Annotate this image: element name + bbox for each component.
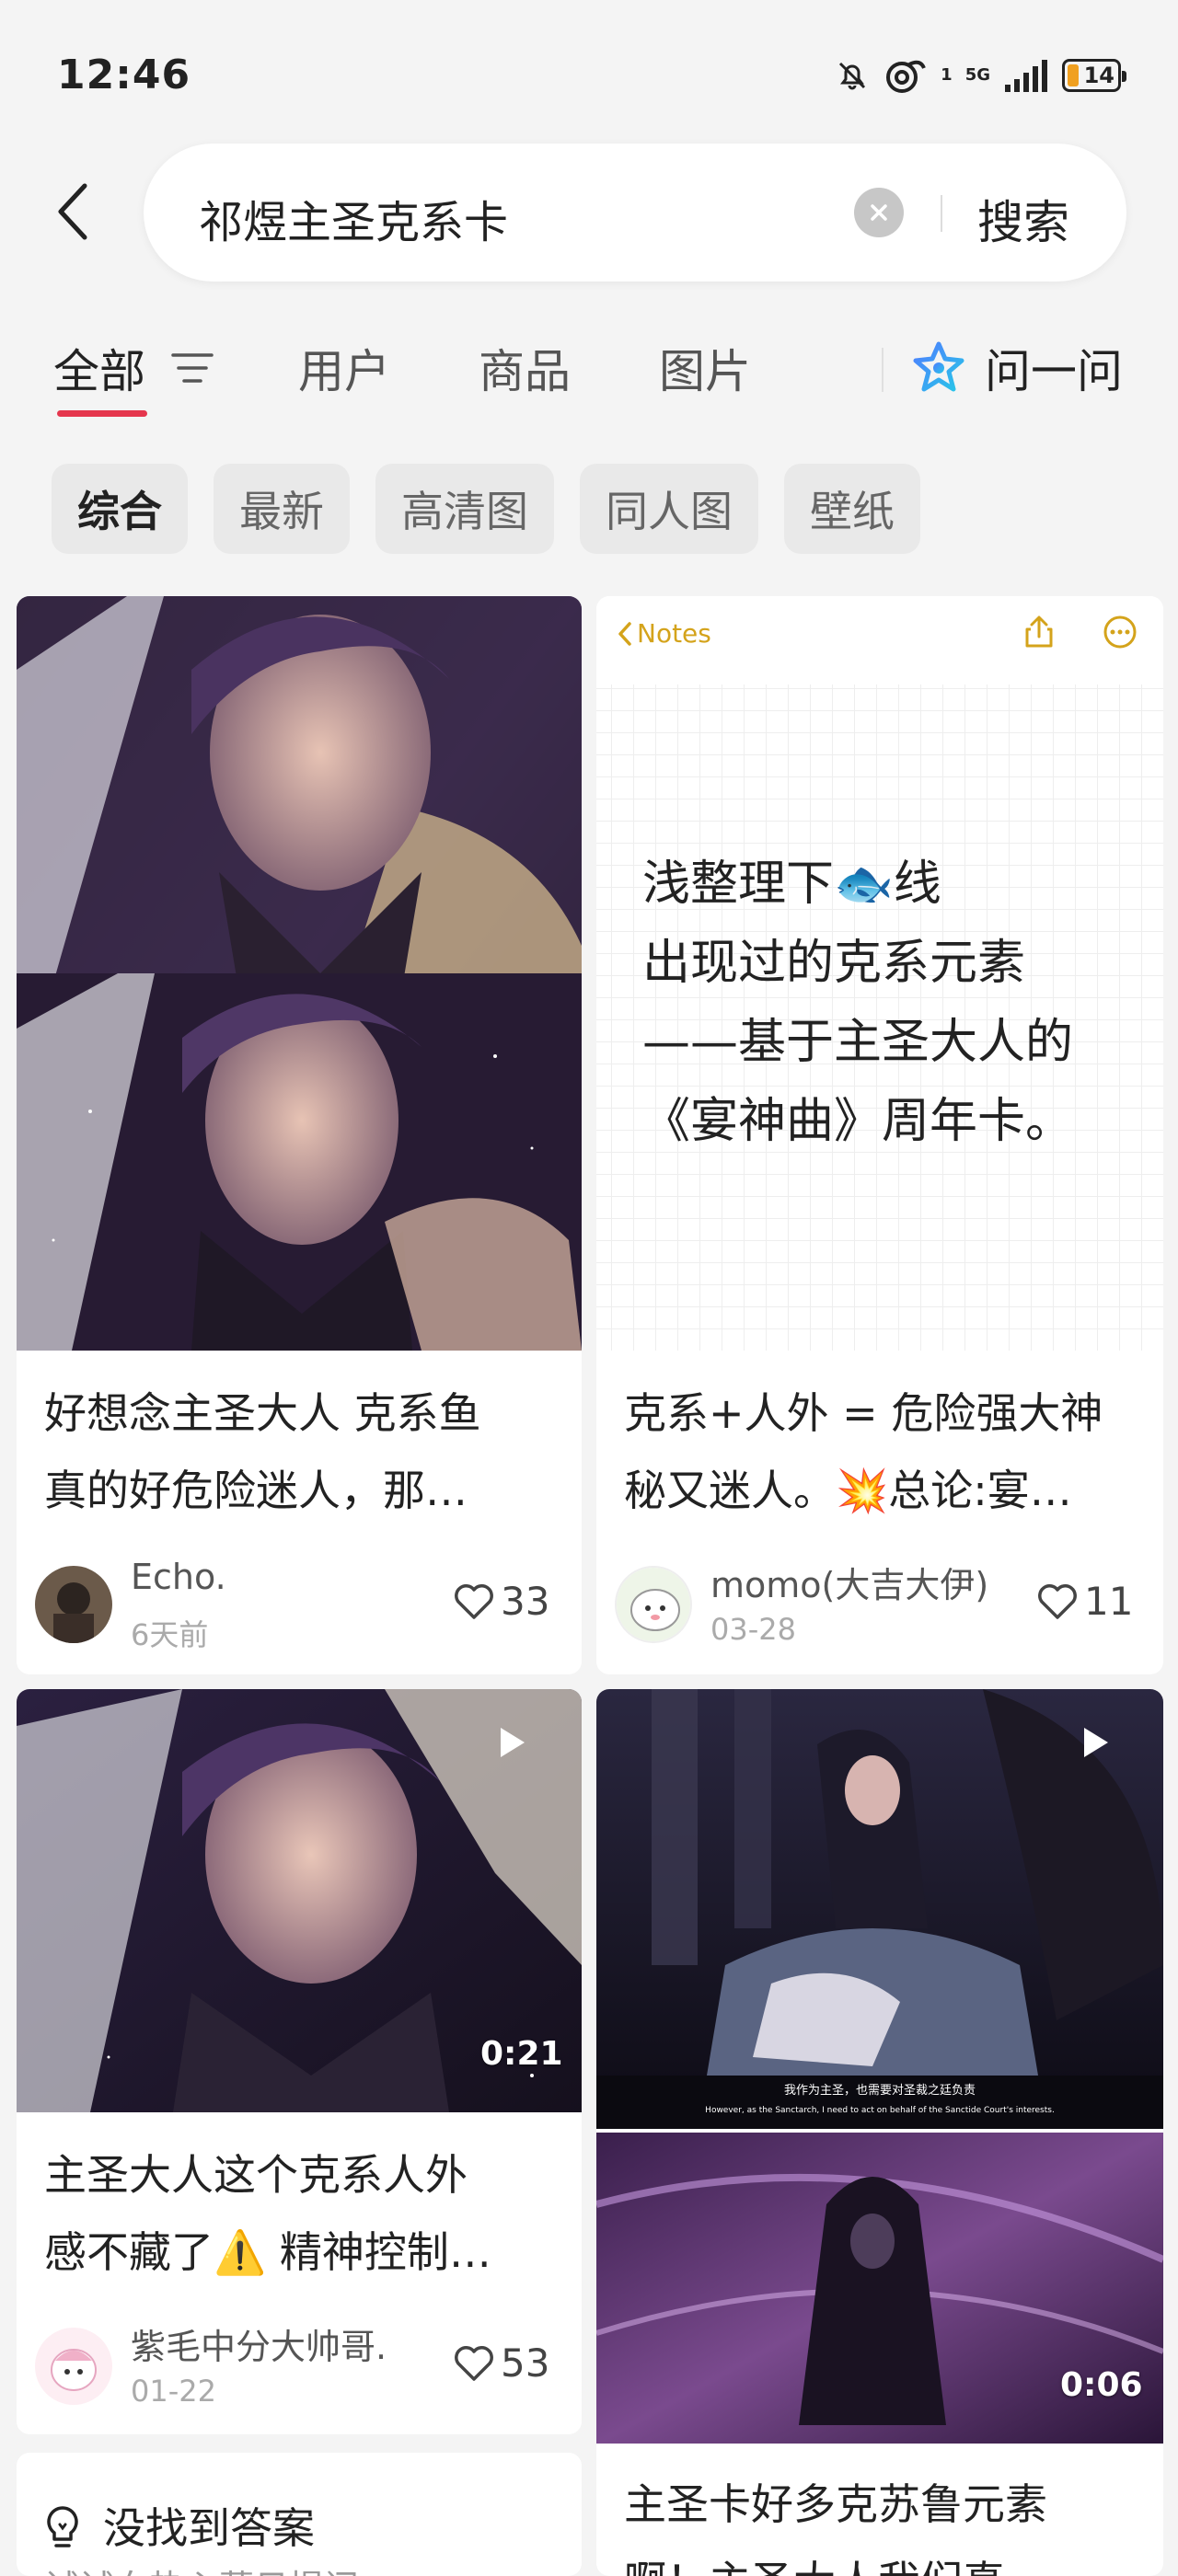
tab-images[interactable]: 图片 — [659, 335, 751, 401]
author-name[interactable]: Echo. — [131, 1557, 226, 1597]
tab-all[interactable]: 全部 — [53, 335, 145, 401]
post-date: 01-22 — [131, 2374, 216, 2409]
notes-line: 出现过的克系元素 — [642, 936, 1026, 991]
post-date: 6天前 — [131, 1617, 209, 1652]
note-card[interactable]: Notes 浅整理下🐟线 出现过的克系元素 ——基于主圣大人的 《宴神曲》周年卡… — [596, 596, 1163, 1674]
card-title-line: 主圣卡好多克苏鲁元素 — [624, 2479, 1047, 2529]
notes-line: 浅整理下🐟线 — [642, 857, 941, 912]
network-label: 5G — [964, 65, 990, 85]
chip-latest[interactable]: 最新 — [214, 464, 350, 554]
card-title-line: 啊！主圣大人我们真… — [624, 2543, 1139, 2576]
filter-icon[interactable] — [171, 350, 214, 386]
note-card[interactable]: 0:21 主圣大人这个克系人外 感不藏了⚠️ 精神控制… 紫毛中分大帅哥. 01… — [17, 1689, 582, 2434]
video-subtitle-en: However, as the Sanctarch, I need to act… — [705, 2106, 1055, 2115]
no-answer-card[interactable]: 没找到答案 试试向热心薯日提问 — [17, 2453, 582, 2576]
sparkle-star-icon[interactable] — [911, 340, 966, 396]
card-title-line: 好想念主圣大人 克系鱼 — [44, 1388, 481, 1438]
video-duration: 0:21 — [480, 2035, 563, 2073]
note-card[interactable]: 我作为主圣，也需要对圣裁之廷负责 However, as the Sanctar… — [596, 1689, 1163, 2576]
card-title-line: 真的好危险迷人，那… — [44, 1466, 468, 1515]
author-name[interactable]: momo(大吉大伊) — [710, 1557, 988, 1607]
play-icon — [501, 1728, 525, 1757]
card-title: 克系+人外 = 危险强大神 秘又迷人。💥总论:宴… — [624, 1374, 1139, 1529]
avatar-image — [617, 1568, 690, 1641]
tab-goods[interactable]: 商品 — [479, 335, 571, 401]
notes-header: Notes — [596, 596, 1163, 684]
status-time: 12:46 — [57, 52, 191, 98]
chip-fanart[interactable]: 同人图 — [580, 464, 758, 554]
sim-label: 1 — [941, 65, 953, 85]
card-title-line: 秘又迷人。💥总论:宴… — [624, 1466, 1072, 1515]
card-cover-image: Notes 浅整理下🐟线 出现过的克系元素 ——基于主圣大人的 《宴神曲》周年卡… — [596, 596, 1163, 1351]
card-title: 好想念主圣大人 克系鱼 真的好危险迷人，那… — [44, 1374, 558, 1529]
search-box[interactable]: 祁煜主圣克系卡 搜索 — [144, 144, 1126, 282]
chip-wallpaper[interactable]: 壁纸 — [784, 464, 920, 554]
video-duration: 0:06 — [1060, 2366, 1143, 2404]
search-input[interactable]: 祁煜主圣克系卡 — [199, 186, 508, 250]
like-count: 11 — [1084, 1579, 1134, 1624]
no-answer-subtitle: 试试向热心薯日提问 — [44, 2559, 359, 2576]
search-button[interactable]: 搜索 — [977, 186, 1069, 252]
signal-icon — [1005, 60, 1047, 92]
avatar-image — [35, 1566, 112, 1643]
status-icons: 1 5G 14 — [834, 55, 1126, 96]
card-title-line: 主圣大人这个克系人外 — [44, 2150, 468, 2200]
filter-chips: 综合 最新 高清图 同人图 壁纸 — [52, 464, 920, 554]
author-name[interactable]: 紫毛中分大帅哥. — [131, 2318, 387, 2369]
tab-bar: 全部 用户 商品 图片 问一问 — [0, 322, 1178, 423]
play-icon — [1084, 1728, 1108, 1757]
card-cover-image — [17, 596, 582, 1351]
mute-bell-icon — [839, 62, 866, 90]
chevron-left-icon — [618, 621, 631, 646]
notes-line: 《宴神曲》周年卡。 — [642, 1094, 1074, 1149]
clear-search-button[interactable] — [854, 188, 904, 237]
avatar[interactable] — [615, 1566, 692, 1643]
status-bar: 12:46 1 5G 14 — [0, 0, 1178, 147]
heart-icon — [455, 1583, 493, 1619]
notes-text: 浅整理下🐟线 出现过的克系元素 ——基于主圣大人的 《宴神曲》周年卡。 — [642, 845, 1073, 1161]
battery-level: 14 — [1083, 63, 1114, 88]
battery-fill — [1068, 64, 1079, 86]
card-title: 主圣大人这个克系人外 感不藏了⚠️ 精神控制… — [44, 2136, 558, 2291]
card-cover-image: 我作为主圣，也需要对圣裁之廷负责 However, as the Sanctar… — [596, 1689, 1163, 2444]
like-button[interactable]: 53 — [453, 2340, 549, 2386]
post-date: 03-28 — [710, 1612, 796, 1647]
ask-button[interactable]: 问一问 — [985, 335, 1123, 401]
no-answer-title: 没找到答案 — [103, 2503, 315, 2553]
note-card[interactable]: 好想念主圣大人 克系鱼 真的好危险迷人，那… Echo. 6天前 33 — [17, 596, 582, 1674]
video-subtitle-cn: 我作为主圣，也需要对圣裁之廷负责 — [784, 2083, 976, 2098]
like-count: 33 — [501, 1579, 550, 1624]
active-tab-indicator — [57, 410, 147, 417]
back-button[interactable] — [44, 175, 103, 248]
avatar[interactable] — [35, 1566, 112, 1643]
share-icon — [1025, 615, 1053, 648]
like-button[interactable]: 11 — [1036, 1579, 1133, 1624]
notes-back: Notes — [617, 618, 711, 649]
like-button[interactable]: 33 — [453, 1579, 549, 1624]
lightbulb-icon — [47, 2506, 78, 2547]
notes-line: ——基于主圣大人的 — [642, 1015, 1074, 1070]
ask-divider — [882, 348, 884, 392]
chevron-left-icon — [58, 183, 87, 240]
card-title-line: 克系+人外 = 危险强大神 — [624, 1388, 1103, 1438]
avatar-image — [35, 2328, 112, 2405]
chip-comprehensive[interactable]: 综合 — [52, 464, 188, 554]
like-count: 53 — [501, 2340, 550, 2386]
battery-icon: 14 — [1062, 59, 1126, 92]
more-icon — [1103, 615, 1137, 649]
chip-hd[interactable]: 高清图 — [375, 464, 554, 554]
tab-users[interactable]: 用户 — [298, 335, 390, 401]
heart-icon — [1038, 1583, 1077, 1619]
heart-icon — [455, 2345, 493, 2381]
card-title-line: 感不藏了⚠️ 精神控制… — [44, 2227, 491, 2277]
search-divider — [941, 195, 942, 232]
notes-back-label: Notes — [637, 618, 711, 649]
hd-call-icon — [886, 60, 927, 93]
card-title: 主圣卡好多克苏鲁元素 啊！主圣大人我们真… — [624, 2466, 1139, 2576]
close-icon — [871, 204, 887, 221]
avatar[interactable] — [35, 2328, 112, 2405]
